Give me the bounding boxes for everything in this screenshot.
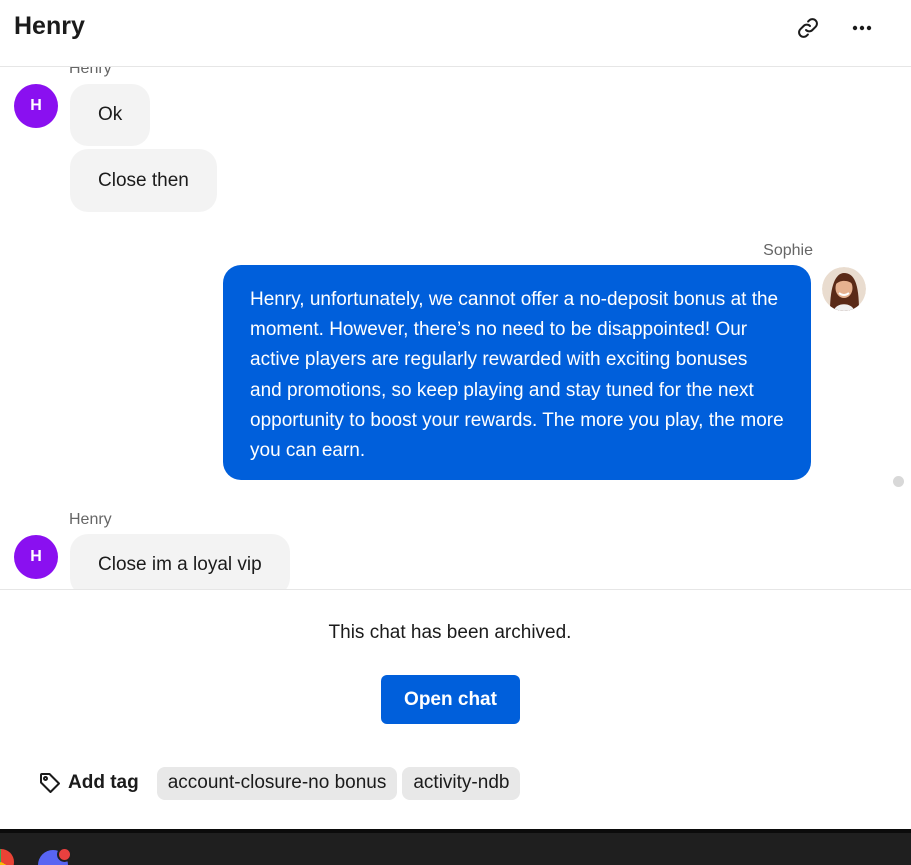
more-horizontal-icon [852,25,872,31]
open-chat-button[interactable]: Open chat [381,675,520,724]
agent-avatar [822,267,866,311]
chat-title: Henry [14,12,85,40]
chat-header: Henry [0,0,911,67]
sender-name: Henry [69,67,112,77]
message-bubble-outgoing: Henry, unfortunately, we cannot offer a … [223,265,811,480]
copy-link-button[interactable] [792,12,824,44]
archived-notice: This chat has been archived. [328,622,572,643]
sender-name: Sophie [763,242,813,259]
avatar: H [14,84,58,128]
taskbar [0,829,911,865]
add-tag-button[interactable]: Add tag [38,771,139,795]
chat-footer: This chat has been archived. Open chat A… [0,589,911,829]
avatar: H [14,535,58,579]
notification-badge [57,847,72,862]
tags-row: Add tag account-closure-no bonus activit… [38,766,525,800]
tag-icon [40,773,60,793]
tag-chip[interactable]: account-closure-no bonus [156,766,398,800]
sender-name: Henry [69,511,112,528]
link-icon [798,18,818,38]
message-bubble: Ok [70,84,151,146]
scrollbar-track[interactable] [905,67,911,589]
message-bubble: Close im a loyal vip [70,534,290,589]
more-options-button[interactable] [846,12,878,44]
add-tag-label: Add tag [68,772,139,793]
scroll-indicator[interactable] [893,476,904,487]
message-bubble: Close then [70,149,217,212]
message-list[interactable]: Henry H Ok Close then Sophie Henry, unfo… [0,67,905,589]
tag-chip[interactable]: activity-ndb [402,766,521,800]
browser-app-icon[interactable] [0,849,14,865]
